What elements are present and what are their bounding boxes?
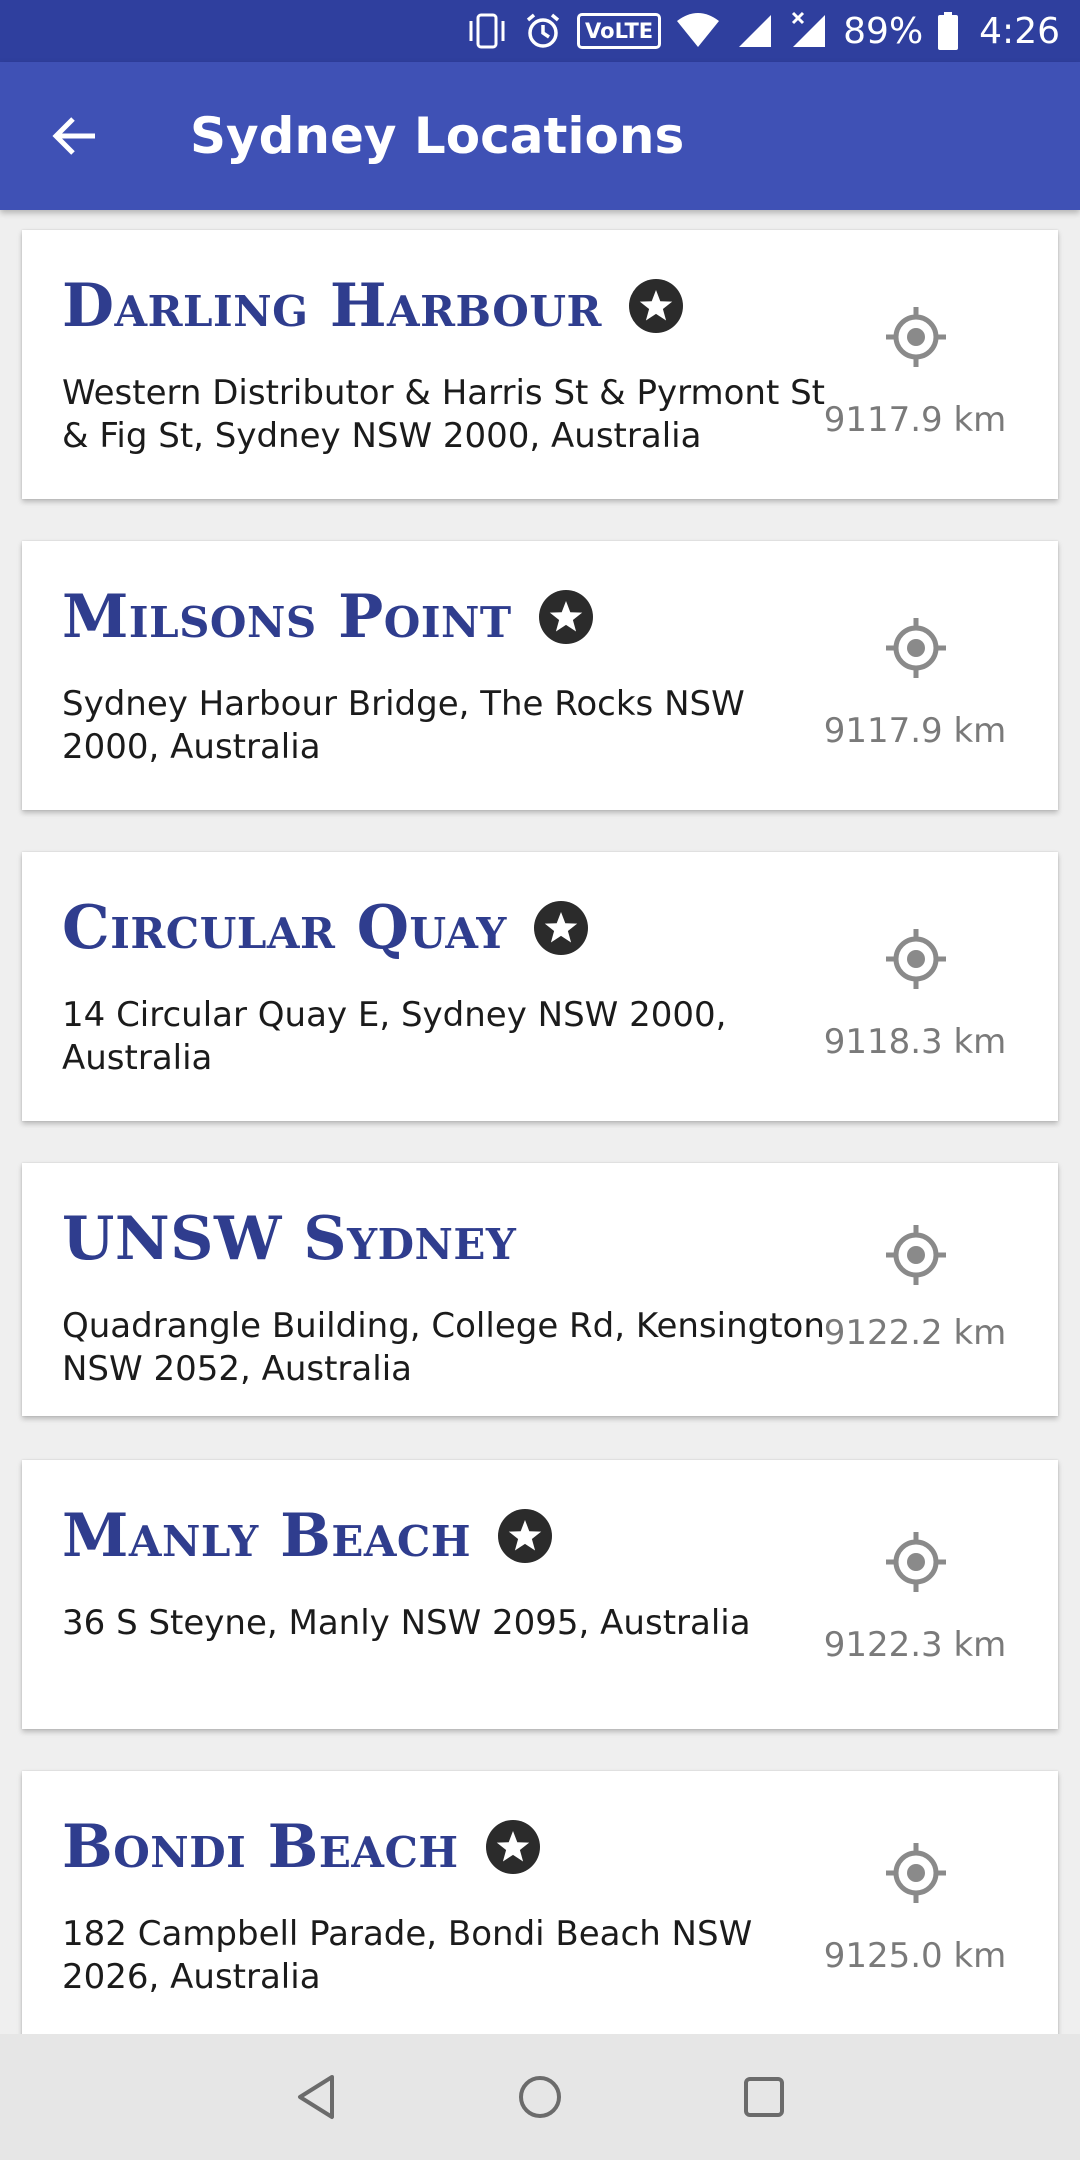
app-bar: Sydney Locations (0, 62, 1080, 210)
location-name: UNSW Sydney (62, 1204, 517, 1274)
location-card[interactable]: Manly Beach 36 S Steyne, Manly NSW 2095, … (22, 1460, 1058, 1729)
clock: 4:26 (979, 10, 1060, 52)
favorite-star-icon[interactable] (538, 589, 594, 645)
wifi-icon (677, 13, 720, 47)
nav-back-icon[interactable] (294, 2073, 338, 2121)
gps-locate-icon[interactable] (884, 305, 948, 369)
location-address: 36 S Steyne, Manly NSW 2095, Australia (62, 1603, 751, 1643)
location-address: Sydney Harbour Bridge, The Rocks NSW 200… (62, 684, 745, 767)
location-address: Western Distributor & Harris St & Pyrmon… (62, 373, 826, 456)
location-card[interactable]: Bondi Beach 182 Campbell Parade, Bondi Be… (22, 1771, 1058, 2034)
location-distance: 9125.0 km (823, 1936, 1007, 1976)
signal-no-data-icon (792, 11, 826, 47)
location-address: 14 Circular Quay E, Sydney NSW 2000, Aus… (62, 995, 727, 1078)
location-address: Quadrangle Building, College Rd, Kensing… (62, 1306, 825, 1389)
nav-recents-icon[interactable] (742, 2075, 786, 2119)
favorite-star-icon[interactable] (497, 1508, 553, 1564)
location-title-row: Manly Beach (62, 1506, 553, 1566)
location-title-row: UNSW Sydney (62, 1209, 516, 1269)
battery-icon (938, 12, 959, 50)
location-name: Bondi Beach (62, 1812, 459, 1882)
location-distance: 9118.3 km (823, 1022, 1007, 1062)
location-name: Circular Quay (62, 893, 507, 963)
location-card[interactable]: Circular Quay 14 Circular Quay E, Sydney … (22, 852, 1058, 1121)
gps-locate-icon[interactable] (884, 927, 948, 991)
page-title: Sydney Locations (190, 107, 685, 165)
battery-percent: 89% (843, 10, 924, 52)
nav-home-icon[interactable] (516, 2073, 564, 2121)
favorite-star-icon[interactable] (628, 278, 684, 334)
back-button[interactable] (0, 62, 148, 210)
gps-locate-icon[interactable] (884, 616, 948, 680)
favorite-star-icon[interactable] (533, 900, 589, 956)
location-title-row: Darling Harbour (62, 276, 684, 336)
vibrate-icon (469, 13, 505, 49)
alarm-icon (526, 13, 560, 48)
location-list[interactable]: Darling Harbour Western Distributor & Har… (0, 210, 1080, 2034)
gps-locate-icon[interactable] (884, 1841, 948, 1905)
location-name: Manly Beach (62, 1501, 472, 1571)
location-distance: 9122.2 km (823, 1313, 1007, 1353)
location-address: 182 Campbell Parade, Bondi Beach NSW 202… (62, 1914, 753, 1997)
location-title-row: Milsons Point (62, 587, 594, 647)
favorite-star-icon[interactable] (485, 1819, 541, 1875)
location-card[interactable]: UNSW Sydney Quadrangle Building, College … (22, 1163, 1058, 1416)
location-card[interactable]: Milsons Point Sydney Harbour Bridge, The … (22, 541, 1058, 810)
volte-icon: VoLTE (577, 13, 662, 49)
gps-locate-icon[interactable] (884, 1223, 948, 1287)
location-distance: 9122.3 km (823, 1625, 1007, 1665)
signal-icon (739, 15, 772, 47)
arrow-back-icon (52, 117, 95, 155)
location-distance: 9117.9 km (823, 400, 1007, 440)
location-name: Darling Harbour (62, 271, 602, 341)
location-card[interactable]: Darling Harbour Western Distributor & Har… (22, 230, 1058, 499)
status-bar: VoLTE 89% 4:26 (0, 0, 1080, 62)
navigation-bar (0, 2034, 1080, 2160)
location-name: Milsons Point (62, 582, 512, 652)
location-distance: 9117.9 km (823, 711, 1007, 751)
location-title-row: Circular Quay (62, 898, 589, 958)
location-title-row: Bondi Beach (62, 1817, 541, 1877)
gps-locate-icon[interactable] (884, 1530, 948, 1594)
